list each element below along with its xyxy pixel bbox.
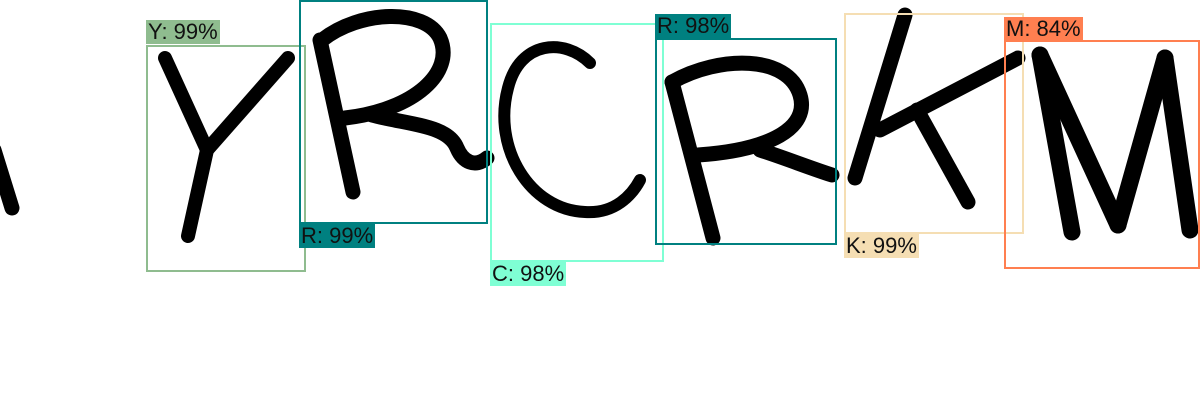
detection-label-c: C: 98%: [490, 261, 567, 286]
detection-box-k: [844, 13, 1024, 234]
detection-label-r-2: R: 98%: [655, 13, 732, 38]
detection-box-c: [490, 23, 664, 262]
captcha-detection-view: Y: 99% R: 99% C: 98% R: 98% K: 99% M: 84…: [0, 0, 1200, 420]
detection-label-m: M: 84%: [1004, 16, 1083, 41]
detection-box-m: [1004, 40, 1200, 269]
detection-box-r-1: [299, 0, 488, 224]
detection-box-y: [146, 45, 306, 272]
detection-label-y: Y: 99%: [146, 19, 220, 44]
detection-box-r-2: [655, 38, 837, 245]
glyph-partial: [0, 145, 20, 216]
detection-label-k: K: 99%: [844, 233, 919, 258]
detection-label-r-1: R: 99%: [299, 223, 376, 248]
